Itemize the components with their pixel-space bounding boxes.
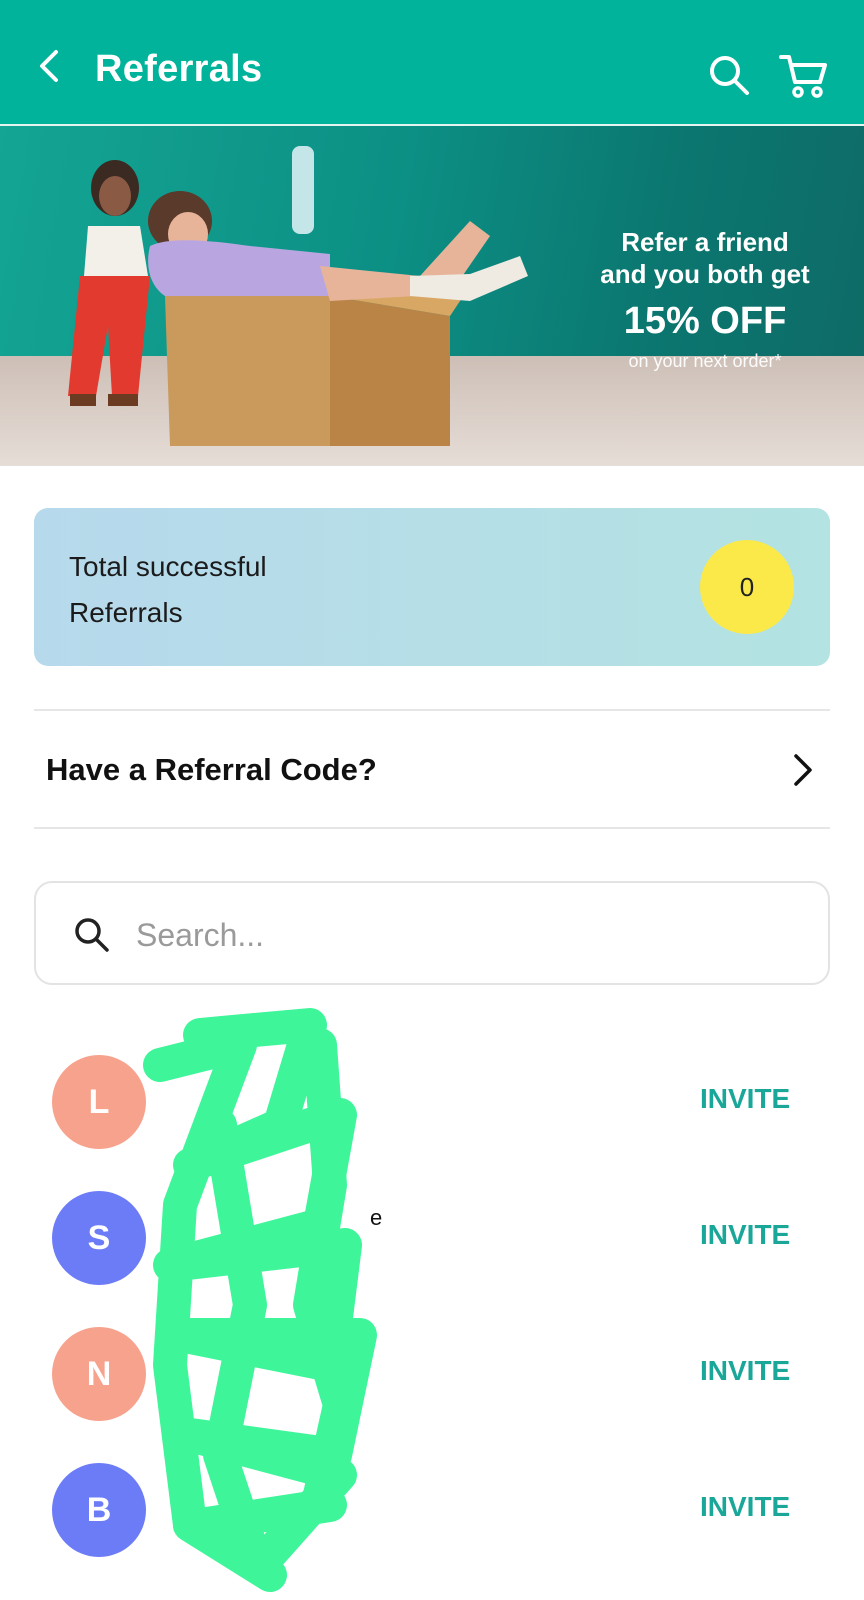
referral-count-badge: 0 [700, 540, 794, 634]
invite-button[interactable]: INVITE [700, 1491, 790, 1523]
contact-name: e [370, 1205, 383, 1230]
contact-phone: 620 44 [172, 1513, 246, 1540]
contact-row: N INVITE [0, 1319, 864, 1429]
avatar: N [52, 1327, 146, 1421]
contact-row: S e INVITE [0, 1183, 864, 1293]
app-header: Referrals [0, 0, 864, 126]
avatar: B [52, 1463, 146, 1557]
page-title: Referrals [95, 48, 263, 90]
invite-button[interactable]: INVITE [700, 1083, 790, 1115]
invite-button[interactable]: INVITE [700, 1219, 790, 1251]
banner-text: Refer a friend and you both get 15% OFF … [590, 226, 820, 372]
divider-bottom [34, 827, 830, 829]
search-icon [75, 918, 109, 952]
banner-offer: 15% OFF [623, 300, 787, 342]
cart-button[interactable] [778, 52, 830, 98]
chevron-left-icon [40, 50, 58, 82]
banner-line-2: and you both get [600, 259, 810, 289]
referral-code-label: Have a Referral Code? [46, 752, 377, 787]
back-button[interactable] [30, 46, 70, 86]
contact-search-input[interactable] [134, 905, 798, 965]
search-icon [710, 56, 749, 95]
banner-illustration [68, 146, 528, 446]
chevron-right-icon [794, 754, 812, 786]
contact-row: B 620 44 INVITE [0, 1455, 864, 1565]
header-search-button[interactable] [706, 52, 752, 98]
invite-button[interactable]: INVITE [700, 1355, 790, 1387]
promo-banner[interactable]: Refer a friend and you both get 15% OFF … [0, 126, 864, 466]
referral-summary-card: Total successful Referrals 0 [34, 508, 830, 666]
banner-line-1: Refer a friend [621, 227, 789, 257]
cart-icon [779, 55, 827, 98]
banner-note: on your next order* [628, 351, 782, 371]
avatar: S [52, 1191, 146, 1285]
contact-search-box [34, 881, 830, 985]
contact-row: L INVITE [0, 1047, 864, 1157]
referral-code-row[interactable]: Have a Referral Code? [34, 710, 830, 828]
referral-summary-label: Total successful Referrals [69, 551, 267, 628]
avatar: L [52, 1055, 146, 1149]
